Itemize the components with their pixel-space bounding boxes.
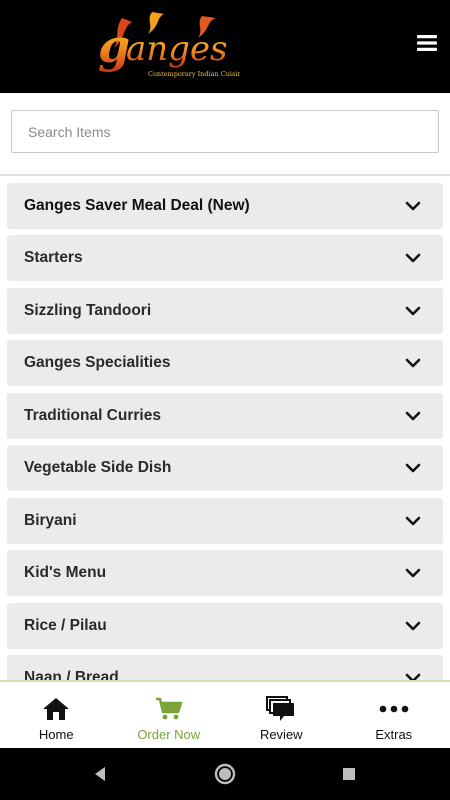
category-label: Starters	[24, 249, 83, 266]
category-traditional-curries[interactable]: Traditional Curries	[7, 393, 443, 439]
category-label: Sizzling Tandoori	[24, 302, 152, 319]
category-label: Biryani	[24, 512, 77, 529]
nav-home[interactable]: Home	[0, 682, 113, 748]
nav-order-now-label: Order Now	[137, 727, 201, 742]
hamburger-menu-button[interactable]	[412, 30, 442, 56]
category-starters[interactable]: Starters	[7, 235, 443, 281]
category-label: Naan / Bread	[24, 669, 119, 680]
home-icon	[42, 696, 70, 722]
nav-extras-label: Extras	[375, 727, 413, 742]
ganges-logo[interactable]: g anges Contemporary Indian Cuisine	[92, 8, 246, 84]
category-label: Kid's Menu	[24, 564, 107, 581]
category-vegetable-side-dish[interactable]: Vegetable Side Dish	[7, 445, 443, 491]
nav-extras[interactable]: Extras	[338, 682, 450, 748]
nav-home-label: Home	[38, 727, 74, 742]
system-navigation-bar	[0, 748, 450, 800]
app-header: g anges Contemporary Indian Cuisine	[0, 0, 450, 93]
category-biryani[interactable]: Biryani	[7, 498, 443, 544]
home-system-button[interactable]	[214, 763, 236, 790]
category-ganges-specialities[interactable]: Ganges Specialities	[7, 340, 443, 386]
back-button[interactable]	[92, 766, 108, 787]
bottom-nav: Home Order Now Review Extras	[0, 680, 450, 748]
more-dots-icon	[379, 696, 409, 722]
cart-icon	[155, 696, 183, 722]
recents-button[interactable]	[342, 767, 356, 786]
chevron-down-icon	[404, 250, 421, 267]
chevron-down-icon	[404, 355, 421, 372]
chevron-down-icon	[404, 565, 421, 582]
chevron-down-icon	[404, 303, 421, 320]
chevron-down-icon	[404, 513, 421, 530]
search-input[interactable]	[12, 111, 438, 152]
category-naan-bread[interactable]: Naan / Bread	[7, 655, 443, 680]
hamburger-icon	[417, 35, 437, 51]
category-kids-menu[interactable]: Kid's Menu	[7, 550, 443, 596]
category-list[interactable]: Ganges Saver Meal Deal (New) Starters Si…	[0, 174, 450, 680]
chevron-down-icon	[404, 408, 421, 425]
chevron-down-icon	[404, 460, 421, 477]
home-circle-icon	[214, 763, 236, 785]
logo-tagline: Contemporary Indian Cuisine	[148, 70, 240, 78]
category-ganges-saver-meal-deal[interactable]: Ganges Saver Meal Deal (New)	[7, 183, 443, 229]
category-rice-pilau[interactable]: Rice / Pilau	[7, 603, 443, 649]
category-label: Rice / Pilau	[24, 617, 107, 634]
category-label: Vegetable Side Dish	[24, 459, 172, 476]
search-box	[11, 110, 439, 153]
category-label: Traditional Curries	[24, 407, 161, 424]
nav-order-now[interactable]: Order Now	[113, 682, 226, 748]
recents-square-icon	[343, 768, 355, 780]
category-label: Ganges Saver Meal Deal (New)	[24, 197, 250, 214]
svg-text:anges: anges	[126, 29, 228, 69]
chevron-down-icon	[404, 670, 421, 680]
nav-review[interactable]: Review	[225, 682, 338, 748]
back-triangle-icon	[95, 767, 105, 781]
chevron-down-icon	[404, 198, 421, 215]
chevron-down-icon	[404, 618, 421, 635]
nav-review-label: Review	[259, 727, 303, 742]
category-label: Ganges Specialities	[24, 354, 171, 371]
category-sizzling-tandoori[interactable]: Sizzling Tandoori	[7, 288, 443, 334]
chat-bubbles-icon	[266, 696, 296, 722]
